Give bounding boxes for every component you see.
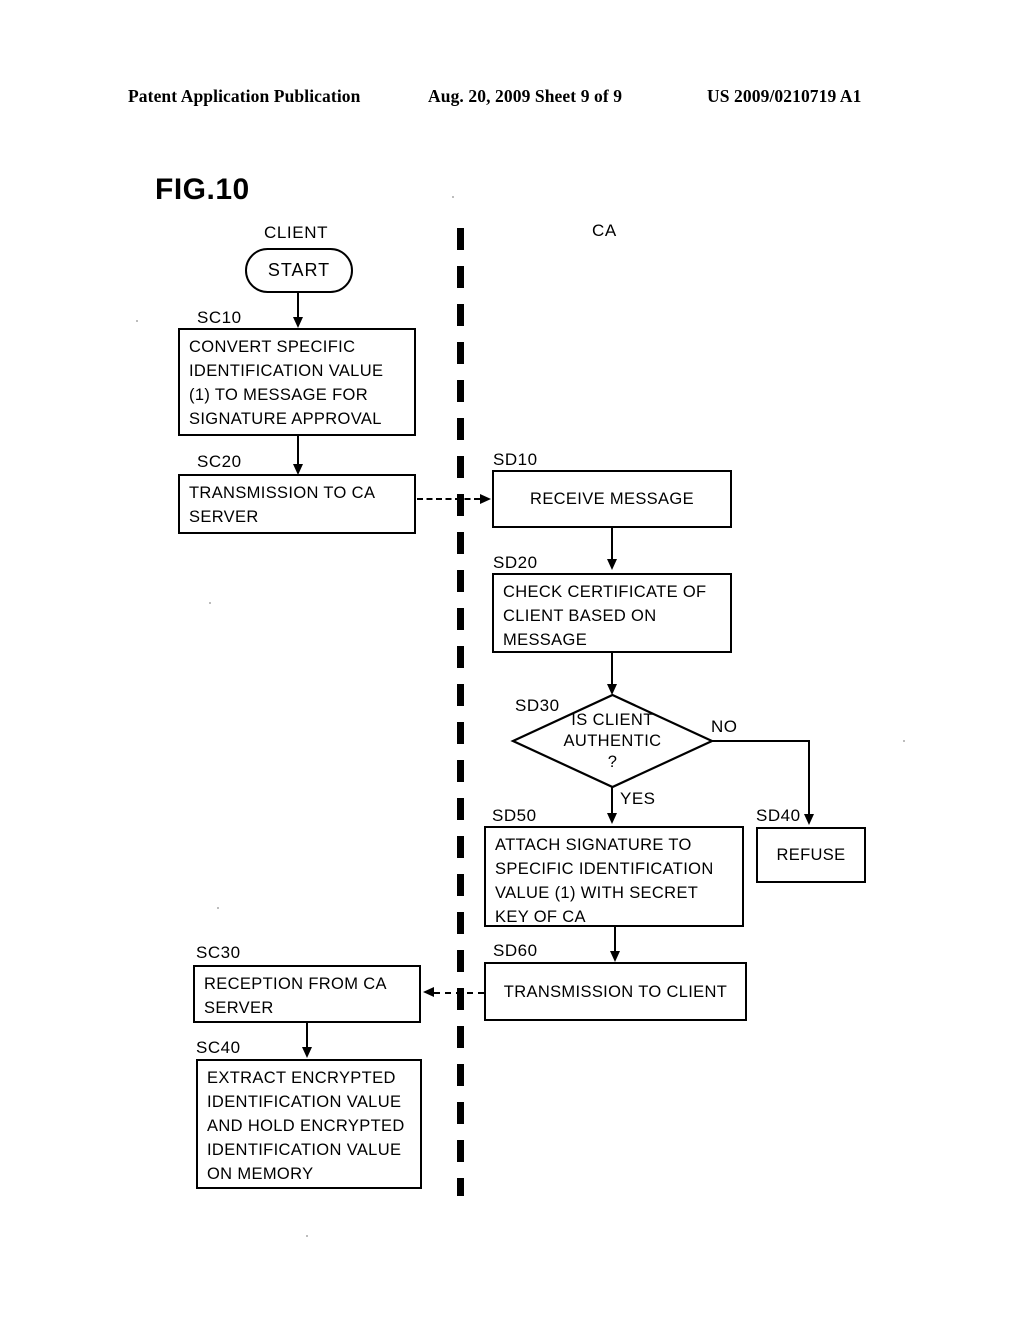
scan-speckle [452, 196, 454, 198]
lane-title-ca: CA [592, 221, 617, 240]
node-sd20: CHECK CERTIFICATE OF CLIENT BASED ON MES… [492, 573, 732, 653]
start-terminator: START [245, 248, 353, 293]
swimlane-divider [457, 228, 464, 1196]
step-tag-sd10: SD10 [493, 450, 538, 469]
node-sc10: CONVERT SPECIFIC IDENTIFICATION VALUE (1… [178, 328, 416, 436]
arrowhead-sc20-to-sd10 [480, 494, 491, 504]
node-sd30: IS CLIENT AUTHENTIC ? [510, 693, 715, 789]
step-tag-sd50: SD50 [492, 806, 537, 825]
publication-header: Patent Application Publication Aug. 20, … [0, 86, 1024, 112]
publication-header-number: US 2009/0210719 A1 [707, 86, 862, 106]
step-tag-sd60: SD60 [493, 941, 538, 960]
arrowhead-yes-to-sd50 [607, 813, 617, 824]
scan-speckle [136, 320, 138, 322]
connector-no-to-sd40 [808, 740, 810, 816]
step-tag-sd20: SD20 [493, 553, 538, 572]
connector-start-to-sc10 [297, 293, 299, 319]
node-sc30: RECEPTION FROM CA SERVER [193, 965, 421, 1023]
branch-label-yes: YES [620, 789, 656, 808]
start-terminator-label: START [267, 260, 331, 280]
figure-label: FIG.10 [155, 173, 250, 206]
branch-label-no: NO [711, 717, 738, 736]
connector-sd30-no [712, 740, 810, 742]
arrowhead-sd60-to-sc30 [423, 987, 434, 997]
arrowhead-sd50-to-sd60 [610, 951, 620, 962]
node-sc40: EXTRACT ENCRYPTED IDENTIFICATION VALUE A… [196, 1059, 422, 1189]
connector-sc10-to-sc20 [297, 436, 299, 467]
arrowhead-no-to-sd40 [804, 814, 814, 825]
lane-title-client: CLIENT [264, 223, 329, 242]
step-tag-sd40: SD40 [756, 806, 801, 825]
arrowhead-sd10-to-sd20 [607, 559, 617, 570]
scan-speckle [217, 907, 219, 909]
node-sd40: REFUSE [756, 827, 866, 883]
scan-speckle [209, 602, 211, 604]
publication-header-left: Patent Application Publication [128, 86, 361, 106]
arrowhead-start-to-sc10 [293, 317, 303, 328]
node-sc20: TRANSMISSION TO CA SERVER [178, 474, 416, 534]
connector-sd60-to-sc30 [434, 992, 484, 994]
step-tag-sc20: SC20 [197, 452, 242, 471]
step-tag-sc10: SC10 [197, 308, 242, 327]
arrowhead-sc30-to-sc40 [302, 1047, 312, 1058]
node-sd50: ATTACH SIGNATURE TO SPECIFIC IDENTIFICAT… [484, 826, 744, 927]
connector-sd10-to-sd20 [611, 528, 613, 561]
publication-header-date: Aug. 20, 2009 Sheet 9 of 9 [428, 86, 623, 106]
node-sd60: TRANSMISSION TO CLIENT [484, 962, 747, 1021]
step-tag-sc40: SC40 [196, 1038, 241, 1057]
connector-sc20-to-sd10 [417, 498, 480, 500]
node-sd10: RECEIVE MESSAGE [492, 470, 732, 528]
scan-speckle [306, 1235, 308, 1237]
scan-speckle [903, 740, 905, 742]
step-tag-sc30: SC30 [196, 943, 241, 962]
